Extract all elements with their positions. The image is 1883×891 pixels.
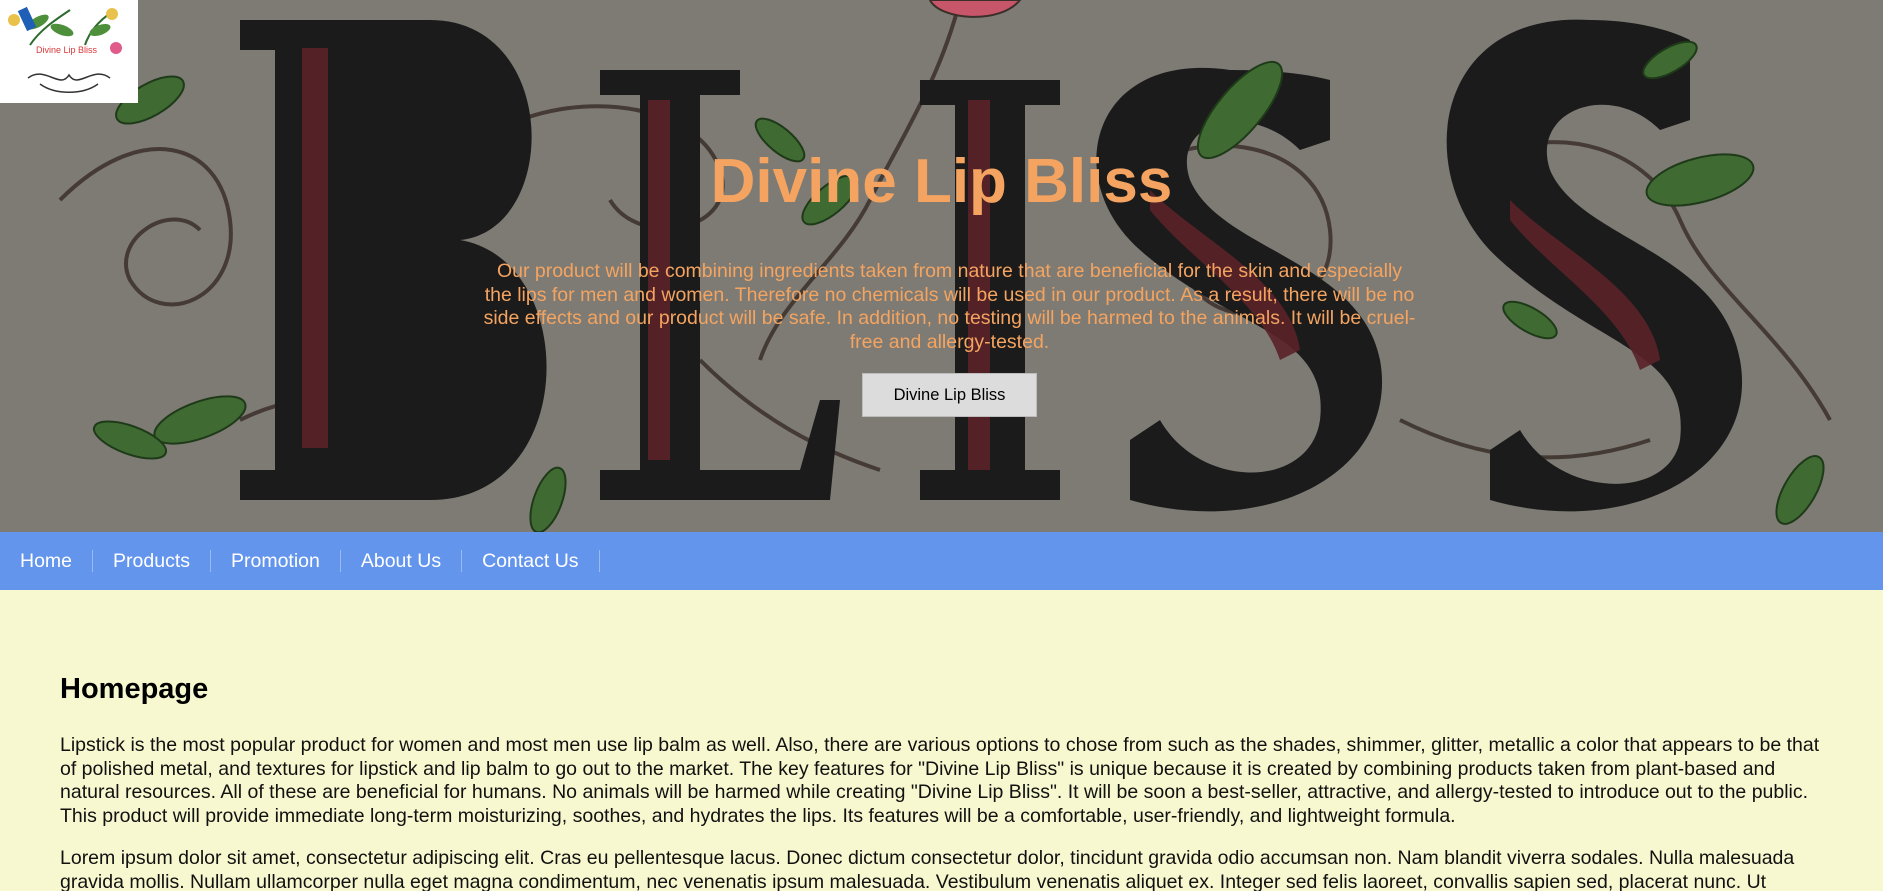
lorem-paragraph: Lorem ipsum dolor sit amet, consectetur … (60, 847, 1795, 891)
nav-separator (598, 532, 600, 590)
hero-title: Divine Lip Bliss (710, 147, 1173, 216)
hero-cta-button[interactable]: Divine Lip Bliss (862, 373, 1037, 417)
logo-image: Divine Lip Bliss (0, 0, 138, 103)
nav-link-contact-us[interactable]: Contact Us (462, 532, 598, 590)
main-navigation: Home Products Promotion About Us Contact… (0, 532, 1883, 590)
nav-item-home: Home (0, 532, 92, 590)
logo[interactable]: Divine Lip Bliss (0, 0, 138, 103)
intro-paragraph: Lipstick is the most popular product for… (60, 734, 1820, 827)
nav-link-products[interactable]: Products (93, 532, 210, 590)
hero-banner: Divine Lip Bliss Divine Lip Bliss Our pr… (0, 0, 1883, 532)
page-heading: Homepage (60, 673, 209, 705)
nav-item-promotion: Promotion (211, 532, 340, 590)
nav-item-products: Products (93, 532, 210, 590)
nav-item-about-us: About Us (341, 532, 461, 590)
nav-link-promotion[interactable]: Promotion (211, 532, 340, 590)
nav-item-contact-us: Contact Us (462, 532, 598, 590)
nav-divider (598, 550, 600, 572)
svg-text:Divine Lip Bliss: Divine Lip Bliss (36, 45, 98, 55)
hero-description: Our product will be combining ingredient… (483, 260, 1416, 353)
nav-link-home[interactable]: Home (0, 532, 92, 590)
nav-link-about-us[interactable]: About Us (341, 532, 461, 590)
